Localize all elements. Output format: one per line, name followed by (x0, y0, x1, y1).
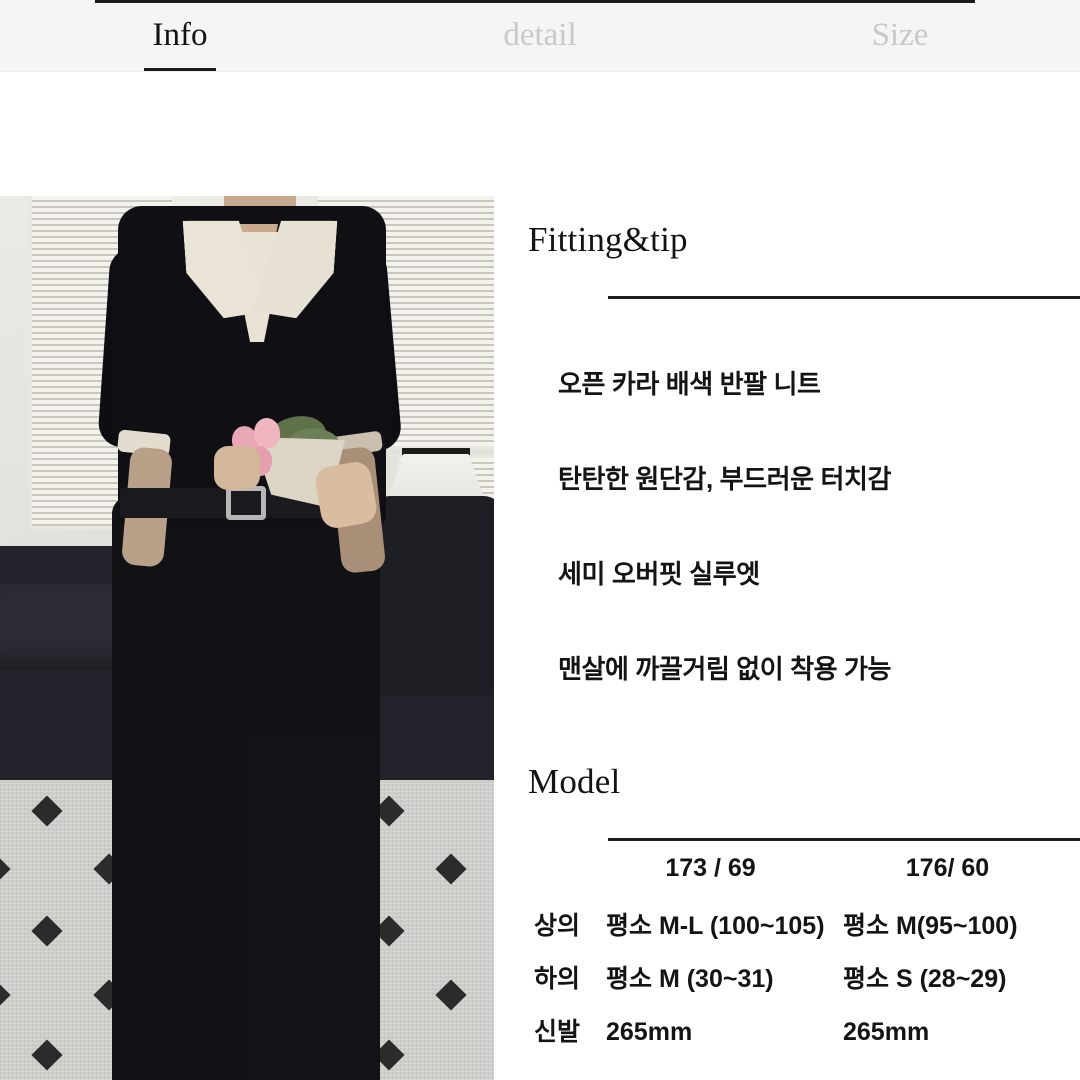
belt-buckle (226, 486, 266, 520)
model-measurement-table: 173 / 69 176/ 60 상의 평소 M-L (100~105) 평소 … (494, 854, 1080, 1065)
model-divider (608, 838, 1080, 841)
row-top-model-b: 평소 M(95~100) (843, 912, 1018, 940)
row-label-top: 상의 (534, 912, 581, 940)
fitting-tip-item: 탄탄한 원단감, 부드러운 터치감 (558, 464, 892, 494)
model-hand-right (313, 459, 379, 531)
table-header-row: 173 / 69 176/ 60 (494, 854, 1080, 906)
fitting-tip-item: 맨살에 까끌거림 없이 착용 가능 (558, 654, 892, 684)
model-b-spec: 176/ 60 (905, 854, 990, 882)
model-a-spec: 173 / 69 (665, 854, 756, 882)
sofa-arm (372, 496, 494, 696)
tab-detail[interactable]: detail (360, 15, 720, 58)
fitting-tip-list: 오픈 카라 배색 반팔 니트 탄탄한 원단감, 부드러운 터치감 세미 오버핏 … (558, 364, 1058, 686)
tab-list: Info detail Size (0, 0, 1080, 72)
model-hand-left (214, 446, 260, 490)
fitting-tip-divider (608, 296, 1080, 299)
model-right-leg (246, 736, 378, 1080)
product-photo (0, 196, 494, 1080)
table-row: 상의 평소 M-L (100~105) 평소 M(95~100) (494, 906, 1080, 959)
tab-info-label: Info (143, 18, 217, 71)
model-heading: Model (528, 762, 621, 801)
tab-bar: Info detail Size (0, 0, 1080, 72)
tab-size-label: Size (871, 16, 929, 53)
row-shoes-model-a: 265mm (606, 1018, 693, 1046)
lamp-top-trim (402, 448, 470, 455)
table-row: 신발 265mm 265mm (494, 1012, 1080, 1065)
fitting-tip-heading: Fitting&tip (528, 220, 688, 259)
row-bottom-model-a: 평소 M (30~31) (606, 965, 774, 993)
row-label-shoes: 신발 (534, 1018, 581, 1046)
info-panel: Fitting&tip 오픈 카라 배색 반팔 니트 탄탄한 원단감, 부드러운… (494, 72, 1080, 1080)
tab-info[interactable]: Info (0, 15, 360, 71)
row-label-bottom: 하의 (534, 965, 581, 993)
fitting-tip-item: 오픈 카라 배색 반팔 니트 (558, 369, 821, 399)
table-row: 하의 평소 M (30~31) 평소 S (28~29) (494, 959, 1080, 1012)
fitting-tip-item: 세미 오버핏 실루엣 (558, 559, 760, 589)
row-top-model-a: 평소 M-L (100~105) (606, 912, 825, 940)
row-shoes-model-b: 265mm (843, 1018, 930, 1046)
model-left-leg (118, 736, 242, 1080)
tab-size[interactable]: Size (720, 15, 1080, 58)
row-bottom-model-b: 평소 S (28~29) (843, 965, 1007, 993)
tab-detail-label: detail (503, 16, 577, 53)
